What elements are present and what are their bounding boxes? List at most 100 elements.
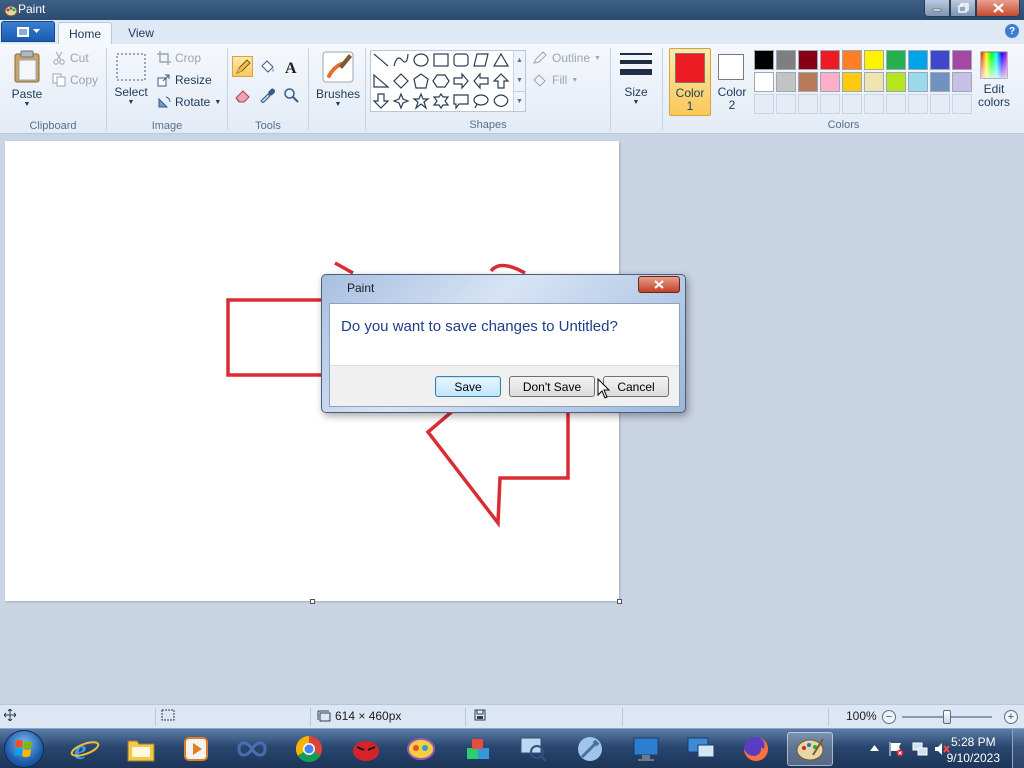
brushes-button[interactable]: Brushes ▼ xyxy=(313,50,363,108)
text-tool[interactable]: A xyxy=(280,56,301,77)
palette-custom-slot[interactable] xyxy=(908,94,928,114)
taskbar-app-infinity[interactable] xyxy=(235,732,269,766)
zoom-in-button[interactable]: + xyxy=(1004,710,1018,724)
palette-color-swatch[interactable] xyxy=(798,50,818,70)
zoom-out-button[interactable]: − xyxy=(882,710,896,724)
palette-custom-slot[interactable] xyxy=(864,94,884,114)
resize-handle-corner[interactable] xyxy=(617,599,622,604)
cut-button[interactable]: Cut xyxy=(52,51,89,65)
taskbar-internet-explorer[interactable]: e xyxy=(68,732,102,766)
show-desktop-button[interactable] xyxy=(1012,729,1024,768)
select-button[interactable]: Select ▼ xyxy=(113,52,149,106)
palette-custom-slot[interactable] xyxy=(930,94,950,114)
palette-color-swatch[interactable] xyxy=(908,72,928,92)
palette-color-swatch[interactable] xyxy=(886,72,906,92)
palette-color-swatch[interactable] xyxy=(820,72,840,92)
status-divider xyxy=(465,708,466,726)
palette-color-swatch[interactable] xyxy=(952,72,972,92)
tab-view[interactable]: View xyxy=(116,22,166,44)
size-button[interactable]: Size ▼ xyxy=(614,50,658,106)
cancel-button[interactable]: Cancel xyxy=(603,376,669,397)
taskbar-app-remote-desktop[interactable] xyxy=(684,732,718,766)
taskbar-app-red[interactable] xyxy=(349,732,383,766)
palette-color-swatch[interactable] xyxy=(776,50,796,70)
palette-custom-slot[interactable] xyxy=(820,94,840,114)
chrome-icon xyxy=(295,735,322,763)
palette-custom-slot[interactable] xyxy=(776,94,796,114)
taskbar-app-blocks[interactable] xyxy=(461,732,495,766)
taskbar-app-display[interactable] xyxy=(629,732,663,766)
palette-color-swatch[interactable] xyxy=(952,50,972,70)
palette-custom-slot[interactable] xyxy=(886,94,906,114)
save-button[interactable]: Save xyxy=(435,376,501,397)
zoom-slider-thumb[interactable] xyxy=(943,710,951,724)
color-picker-tool[interactable] xyxy=(256,84,277,105)
taskbar-file-explorer[interactable] xyxy=(124,732,158,766)
color2-button[interactable]: Color 2 xyxy=(713,48,751,116)
action-center-flag-icon[interactable] xyxy=(888,741,904,757)
minimize-button[interactable] xyxy=(924,0,950,17)
palette-color-swatch[interactable] xyxy=(864,50,884,70)
start-button[interactable] xyxy=(4,730,44,768)
paint-app-icon[interactable] xyxy=(4,3,18,17)
palette-color-swatch[interactable] xyxy=(842,72,862,92)
outline-button[interactable]: Outline ▼ xyxy=(532,51,601,65)
paint-menu-button[interactable] xyxy=(1,21,55,42)
tab-home[interactable]: Home xyxy=(58,22,112,44)
taskbar-app-monitor-search[interactable] xyxy=(516,732,550,766)
edit-colors-button[interactable]: Edit colors xyxy=(974,50,1014,109)
palette-color-swatch[interactable] xyxy=(776,72,796,92)
taskbar-firefox[interactable] xyxy=(739,732,773,766)
paste-button[interactable]: Paste ▼ xyxy=(8,50,46,108)
color1-button[interactable]: Color 1 xyxy=(669,48,711,116)
copy-button[interactable]: Copy xyxy=(52,73,98,87)
dialog-button-bar: Save Don't Save Cancel xyxy=(330,365,679,406)
palette-color-swatch[interactable] xyxy=(930,50,950,70)
expand-gallery-icon[interactable]: ▼ xyxy=(514,91,525,111)
taskbar-app-badge[interactable] xyxy=(404,732,438,766)
dialog-close-button[interactable] xyxy=(638,276,680,293)
taskbar-chrome[interactable] xyxy=(292,732,326,766)
palette-custom-slot[interactable] xyxy=(798,94,818,114)
taskbar-clock[interactable]: 5:28 PM 9/10/2023 xyxy=(947,734,1000,766)
image-group-label: Image xyxy=(151,120,183,132)
copy-icon xyxy=(52,73,66,87)
palette-color-swatch[interactable] xyxy=(820,50,840,70)
palette-custom-slot[interactable] xyxy=(754,94,774,114)
scroll-up-icon[interactable]: ▲ xyxy=(514,51,525,71)
palette-custom-slot[interactable] xyxy=(952,94,972,114)
ribbon-separator xyxy=(365,48,366,130)
palette-color-swatch[interactable] xyxy=(908,50,928,70)
crop-button[interactable]: Crop xyxy=(157,51,201,65)
taskbar-paint[interactable] xyxy=(787,732,833,766)
color1-swatch xyxy=(675,53,705,83)
dont-save-button[interactable]: Don't Save xyxy=(509,376,595,397)
close-window-button[interactable] xyxy=(976,0,1020,17)
palette-color-swatch[interactable] xyxy=(842,50,862,70)
help-icon[interactable]: ? xyxy=(1005,24,1019,38)
palette-color-swatch[interactable] xyxy=(754,72,774,92)
taskbar-media-player[interactable] xyxy=(179,732,213,766)
resize-handle-bottom[interactable] xyxy=(310,599,315,604)
palette-color-swatch[interactable] xyxy=(754,50,774,70)
pencil-tool[interactable] xyxy=(232,56,253,77)
shapes-scrollbar[interactable]: ▲ ▼ ▼ xyxy=(513,51,525,111)
network-icon[interactable] xyxy=(912,741,928,757)
show-hidden-icons-icon[interactable] xyxy=(870,744,879,752)
palette-color-swatch[interactable] xyxy=(930,72,950,92)
palette-custom-slot[interactable] xyxy=(842,94,862,114)
scroll-down-icon[interactable]: ▼ xyxy=(514,71,525,91)
magnifier-tool[interactable] xyxy=(280,84,301,105)
eraser-tool[interactable] xyxy=(232,84,253,105)
palette-color-swatch[interactable] xyxy=(798,72,818,92)
palette-color-swatch[interactable] xyxy=(864,72,884,92)
restore-button[interactable] xyxy=(950,0,976,17)
remote-desktop-icon xyxy=(687,737,715,758)
resize-button[interactable]: Resize xyxy=(157,73,212,87)
fill-button[interactable]: Fill ▼ xyxy=(532,73,578,87)
palette-color-swatch[interactable] xyxy=(886,50,906,70)
taskbar-app-tools[interactable] xyxy=(573,732,607,766)
fill-tool[interactable] xyxy=(256,56,277,77)
rotate-button[interactable]: Rotate ▼ xyxy=(157,95,221,109)
text-a-icon: A xyxy=(285,60,297,75)
